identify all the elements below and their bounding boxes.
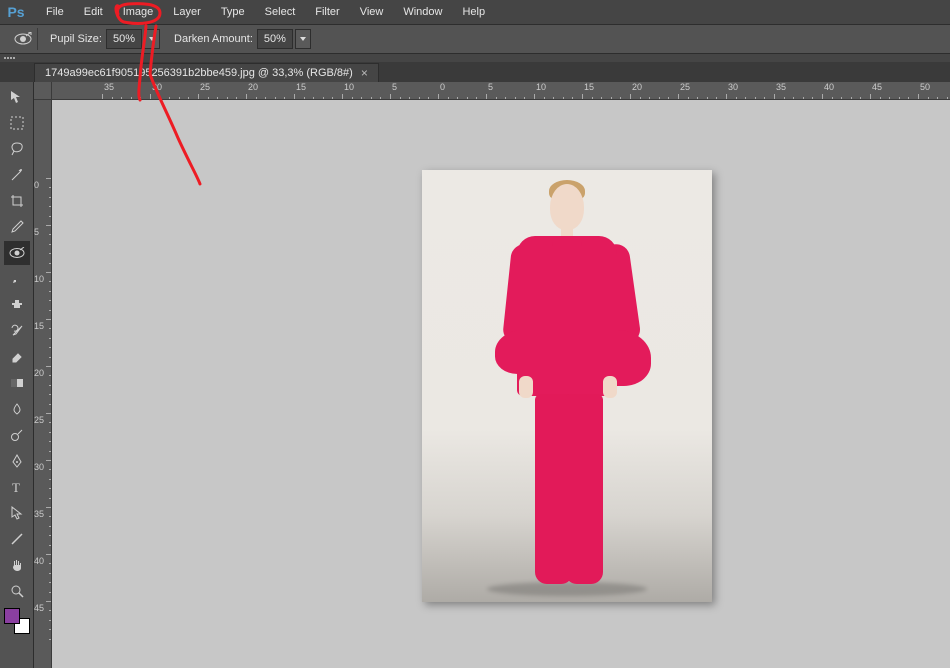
redeye-icon (14, 32, 32, 46)
color-swatches[interactable] (4, 608, 30, 634)
canvas[interactable] (52, 100, 950, 668)
eraser-tool[interactable] (4, 345, 30, 369)
workspace: T 353025201510505101520253035404550 0510… (0, 82, 950, 668)
line-tool[interactable] (4, 527, 30, 551)
darken-amount-dropdown[interactable] (295, 29, 311, 49)
ruler-vertical[interactable]: 051015202530354045 (34, 100, 52, 668)
ruler-horizontal[interactable]: 353025201510505101520253035404550 (52, 82, 950, 100)
redeye-tool[interactable] (4, 241, 30, 265)
menu-help[interactable]: Help (452, 2, 495, 22)
magic-wand-tool[interactable] (4, 163, 30, 187)
image-content (477, 180, 657, 590)
pen-tool[interactable] (4, 449, 30, 473)
pupil-size-label: Pupil Size: (50, 33, 102, 45)
eyedropper-tool[interactable] (4, 215, 30, 239)
document-tabbar: 1749a99ec61f905195256391b2bbe459.jpg @ 3… (0, 62, 950, 82)
document-image[interactable] (422, 170, 712, 602)
move-tool[interactable] (4, 85, 30, 109)
menu-layer[interactable]: Layer (163, 2, 211, 22)
gradient-tool[interactable] (4, 371, 30, 395)
darken-amount-label: Darken Amount: (174, 33, 253, 45)
menu-type[interactable]: Type (211, 2, 255, 22)
menu-select[interactable]: Select (255, 2, 306, 22)
menu-file[interactable]: File (36, 2, 74, 22)
canvas-area: 353025201510505101520253035404550 051015… (34, 82, 950, 668)
dodge-tool[interactable] (4, 423, 30, 447)
foreground-color-swatch[interactable] (4, 608, 20, 624)
menu-edit[interactable]: Edit (74, 2, 113, 22)
document-tab-title: 1749a99ec61f905195256391b2bbe459.jpg @ 3… (45, 67, 353, 79)
tools-panel: T (0, 82, 34, 668)
lasso-tool[interactable] (4, 137, 30, 161)
crop-tool[interactable] (4, 189, 30, 213)
menu-window[interactable]: Window (393, 2, 452, 22)
brush-tool[interactable] (4, 267, 30, 291)
app-logo: Ps (6, 2, 26, 22)
menu-image[interactable]: Image (113, 2, 164, 22)
history-brush-tool[interactable] (4, 319, 30, 343)
ruler-corner (34, 82, 52, 100)
type-tool[interactable]: T (4, 475, 30, 499)
pupil-size-value[interactable]: 50% (106, 29, 142, 49)
menu-filter[interactable]: Filter (305, 2, 349, 22)
clone-stamp-tool[interactable] (4, 293, 30, 317)
menu-view[interactable]: View (350, 2, 394, 22)
menubar: Ps File Edit Image Layer Type Select Fil… (0, 0, 950, 24)
darken-amount-value[interactable]: 50% (257, 29, 293, 49)
active-tool-icon[interactable] (8, 28, 38, 50)
path-selection-tool[interactable] (4, 501, 30, 525)
hand-tool[interactable] (4, 553, 30, 577)
chevron-down-icon (149, 37, 155, 41)
svg-text:T: T (12, 480, 20, 494)
close-icon[interactable]: × (361, 67, 368, 79)
options-bar: Pupil Size: 50% Darken Amount: 50% (0, 24, 950, 54)
document-tab[interactable]: 1749a99ec61f905195256391b2bbe459.jpg @ 3… (34, 63, 379, 82)
pupil-size-dropdown[interactable] (144, 29, 160, 49)
zoom-tool[interactable] (4, 579, 30, 603)
blur-tool[interactable] (4, 397, 30, 421)
chevron-down-icon (300, 37, 306, 41)
marquee-tool[interactable] (4, 111, 30, 135)
panel-drag-handle[interactable] (0, 54, 34, 62)
